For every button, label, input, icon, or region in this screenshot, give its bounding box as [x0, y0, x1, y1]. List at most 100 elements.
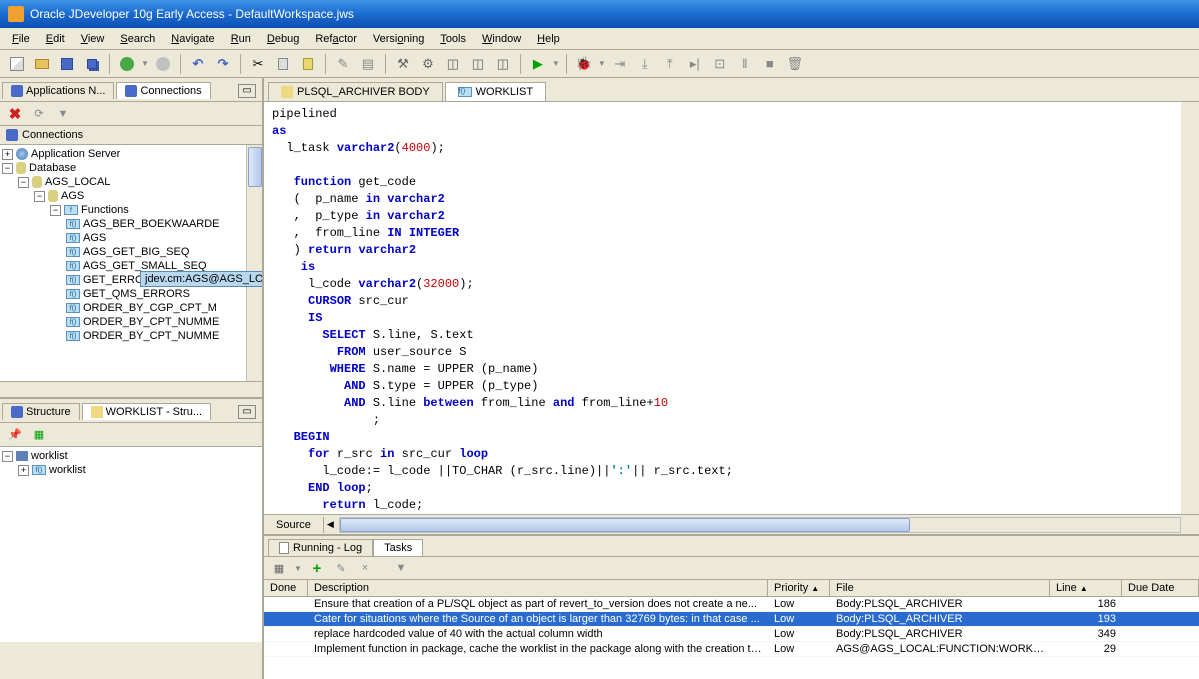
code-editor[interactable]: pipelined as l_task varchar2(4000); func… [264, 102, 1199, 514]
back-button[interactable] [116, 53, 138, 75]
rebuild-button[interactable]: ⚙ [417, 53, 439, 75]
tree-node-ags-schema[interactable]: − AGS [2, 189, 260, 203]
menu-search[interactable]: Search [112, 31, 163, 47]
pin-button[interactable]: 📌 [6, 426, 24, 444]
collapse-icon[interactable]: − [18, 177, 29, 188]
tool-button[interactable]: ◫ [442, 53, 464, 75]
tree-node-app-server[interactable]: + Application Server [2, 147, 260, 161]
task-row[interactable]: Ensure that creation of a PL/SQL object … [264, 597, 1199, 612]
menu-help[interactable]: Help [529, 31, 568, 47]
menu-versioning[interactable]: Versioning [365, 31, 432, 47]
code-text[interactable]: pipelined as l_task varchar2(4000); func… [264, 102, 1199, 514]
tool-button[interactable]: ◫ [492, 53, 514, 75]
step-into-button[interactable]: ⤓ [634, 53, 656, 75]
view-button[interactable]: ▦ [270, 559, 288, 577]
col-line[interactable]: Line ▲ [1050, 580, 1122, 596]
delete-task-button[interactable]: × [356, 559, 374, 577]
redo-button[interactable]: ↷ [212, 53, 234, 75]
tree-node-function[interactable]: f()AGS_BER_BOEKWAARDE [2, 217, 260, 231]
tab-structure[interactable]: Structure [2, 403, 80, 420]
tasks-header: Done Description Priority ▲ File Line ▲ … [264, 580, 1199, 597]
expand-icon[interactable]: + [18, 465, 29, 476]
collapse-icon[interactable]: − [34, 191, 45, 202]
tree-node-ags-local[interactable]: − AGS_LOCAL [2, 175, 260, 189]
structure-root[interactable]: − worklist [2, 449, 260, 463]
make-button[interactable]: ⚒ [392, 53, 414, 75]
tree-node-functions[interactable]: − f Functions [2, 203, 260, 217]
tab-connections[interactable]: Connections [116, 82, 210, 99]
collapse-icon[interactable]: − [2, 163, 13, 174]
tab-running-log[interactable]: Running - Log [268, 539, 373, 556]
function-icon: f() [66, 303, 80, 313]
minimize-button[interactable]: ▭ [238, 84, 256, 98]
expand-icon[interactable]: + [2, 149, 13, 160]
horizontal-scrollbar[interactable] [339, 517, 1181, 533]
tree-node-function[interactable]: f()AGS_GET_BIG_SEQ [2, 245, 260, 259]
tree-node-function[interactable]: f()AGS [2, 231, 260, 245]
col-done[interactable]: Done [264, 580, 308, 596]
tree-node-function[interactable]: f()GET_QMS_ERRORS [2, 287, 260, 301]
filter-tasks-button[interactable]: ▼ [392, 559, 410, 577]
trash-button[interactable]: 🗑 [784, 53, 806, 75]
forward-button[interactable] [152, 53, 174, 75]
col-due-date[interactable]: Due Date [1122, 580, 1199, 596]
connections-tree[interactable]: + Application Server − Database − AGS_LO… [0, 145, 262, 381]
pause-button[interactable]: ‖ [734, 53, 756, 75]
menu-window[interactable]: Window [474, 31, 529, 47]
menu-file[interactable]: File [4, 31, 38, 47]
menu-debug[interactable]: Debug [259, 31, 307, 47]
add-task-button[interactable]: + [308, 559, 326, 577]
open-button[interactable] [31, 53, 53, 75]
minimize-button[interactable]: ▭ [238, 405, 256, 419]
col-priority[interactable]: Priority ▲ [768, 580, 830, 596]
debug-button[interactable]: 🐞 [573, 53, 595, 75]
edit-button[interactable]: ✎ [332, 53, 354, 75]
task-row[interactable]: Cater for situations where the Source of… [264, 612, 1199, 627]
structure-tree[interactable]: − worklist + f() worklist [0, 447, 262, 642]
copy-button[interactable] [272, 53, 294, 75]
tree-node-function[interactable]: f()ORDER_BY_CGP_CPT_M [2, 301, 260, 315]
cut-button[interactable]: ✂ [247, 53, 269, 75]
undo-button[interactable]: ↶ [187, 53, 209, 75]
task-row[interactable]: Implement function in package, cache the… [264, 642, 1199, 657]
run-button[interactable]: ▶ [527, 53, 549, 75]
task-row[interactable]: replace hardcoded value of 40 with the a… [264, 627, 1199, 642]
tool-button[interactable]: ⊡ [709, 53, 731, 75]
editor-tab-archiver[interactable]: PLSQL_ARCHIVER BODY [268, 82, 443, 101]
step-over-button[interactable]: ⇥ [609, 53, 631, 75]
tree-node-database[interactable]: − Database [2, 161, 260, 175]
menu-refactor[interactable]: Refactor [307, 31, 365, 47]
new-button[interactable] [6, 53, 28, 75]
col-file[interactable]: File [830, 580, 1050, 596]
save-button[interactable] [56, 53, 78, 75]
collapse-icon[interactable]: − [50, 205, 61, 216]
menu-tools[interactable]: Tools [432, 31, 474, 47]
col-description[interactable]: Description [308, 580, 768, 596]
menu-navigate[interactable]: Navigate [163, 31, 222, 47]
collapse-icon[interactable]: − [2, 451, 13, 462]
save-all-button[interactable] [81, 53, 103, 75]
edit-task-button[interactable]: ✎ [332, 559, 350, 577]
menu-run[interactable]: Run [223, 31, 259, 47]
properties-button[interactable]: ▤ [357, 53, 379, 75]
tab-applications[interactable]: Applications N... [2, 82, 114, 99]
tree-node-function[interactable]: f()ORDER_BY_CPT_NUMME [2, 315, 260, 329]
delete-button[interactable]: ✖ [6, 105, 24, 123]
refresh-button[interactable]: ⟳ [30, 105, 48, 123]
paste-button[interactable] [297, 53, 319, 75]
menu-edit[interactable]: Edit [38, 31, 73, 47]
structure-child[interactable]: + f() worklist [2, 463, 260, 477]
tool-button[interactable]: ◫ [467, 53, 489, 75]
menu-view[interactable]: View [73, 31, 113, 47]
editor-tab-worklist[interactable]: f() WORKLIST [445, 82, 546, 101]
filter-button[interactable]: ▼ [54, 105, 72, 123]
source-tab[interactable]: Source [264, 517, 324, 533]
tab-tasks[interactable]: Tasks [373, 539, 423, 556]
tree-scrollbar[interactable] [246, 145, 262, 381]
tree-node-function[interactable]: f()ORDER_BY_CPT_NUMME [2, 329, 260, 343]
tab-worklist-structure[interactable]: WORKLIST - Stru... [82, 403, 211, 420]
new-button[interactable]: ▦ [30, 426, 48, 444]
stop-button[interactable]: ■ [759, 53, 781, 75]
step-out-button[interactable]: ⤒ [659, 53, 681, 75]
resume-button[interactable]: ▸| [684, 53, 706, 75]
